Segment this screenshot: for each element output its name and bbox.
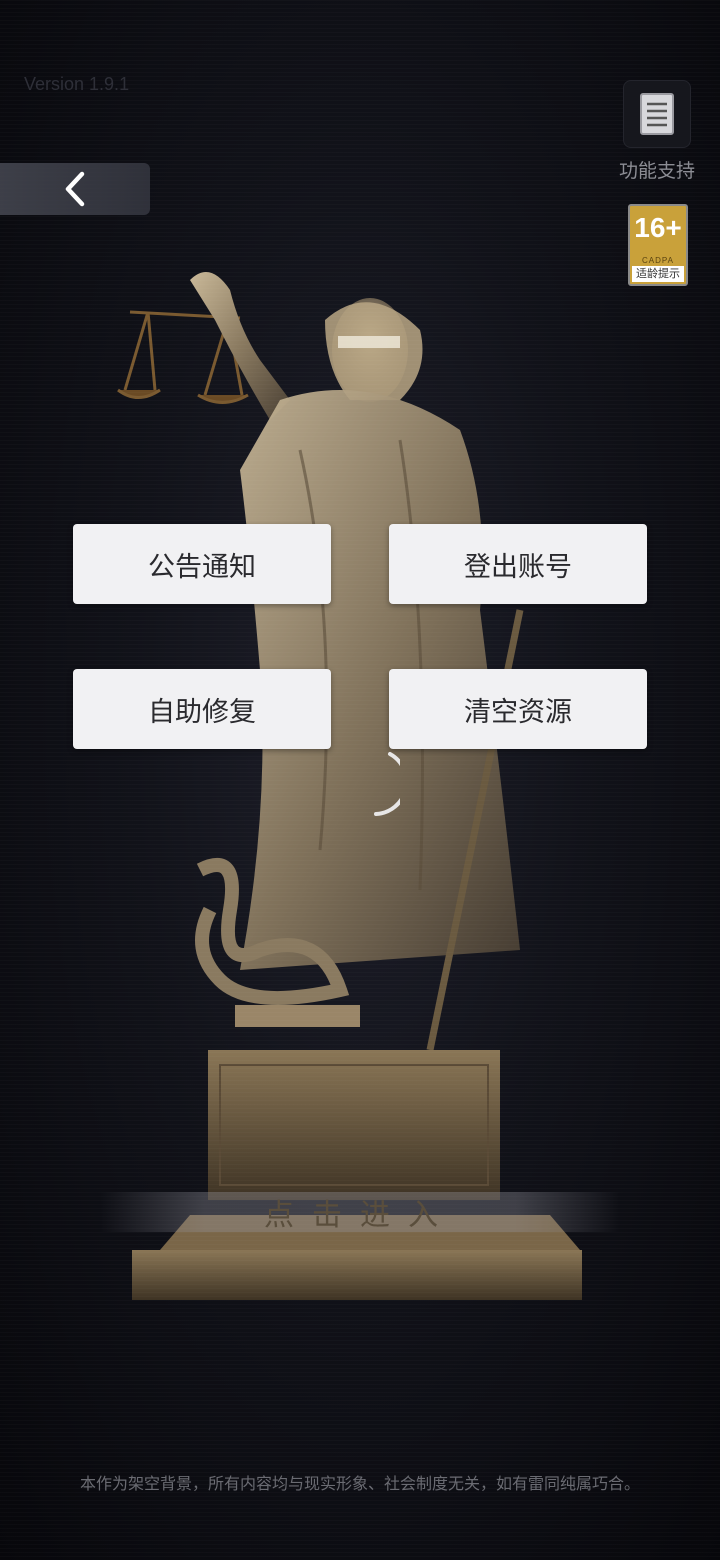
feature-support-button[interactable]: 功能支持 [619,80,695,183]
tap-to-enter-label: 点击进入 [264,1198,456,1233]
loading-spinner-icon [374,752,400,816]
age-rating-tip: 适龄提示 [632,266,684,282]
age-rating-badge[interactable]: 16+ CADPA 适龄提示 [628,204,688,286]
announcement-button[interactable]: 公告通知 [73,524,331,604]
age-rating-value: 16+ [634,212,682,243]
tap-to-enter-button[interactable]: 点击进入 [100,1192,620,1233]
back-button[interactable] [0,163,150,215]
self-repair-button[interactable]: 自助修复 [73,669,331,749]
clear-resources-button[interactable]: 清空资源 [389,669,647,749]
chevron-left-icon [65,171,85,207]
feature-support-label: 功能支持 [618,160,695,182]
logout-button[interactable]: 登出账号 [389,524,647,604]
document-icon-frame [623,80,691,148]
disclaimer-text: 本作为架空背景，所有内容均与现实形象、社会制度无关，如有雷同纯属巧合。 [79,1474,640,1493]
document-icon [640,93,674,135]
version-label: Version 1.9.1 [24,74,130,94]
game-launch-screen: Version 1.9.1 功能支持 16+ CADPA 适龄提示 公告通知 登… [0,0,720,1560]
age-rating-org: CADPA [642,256,674,265]
